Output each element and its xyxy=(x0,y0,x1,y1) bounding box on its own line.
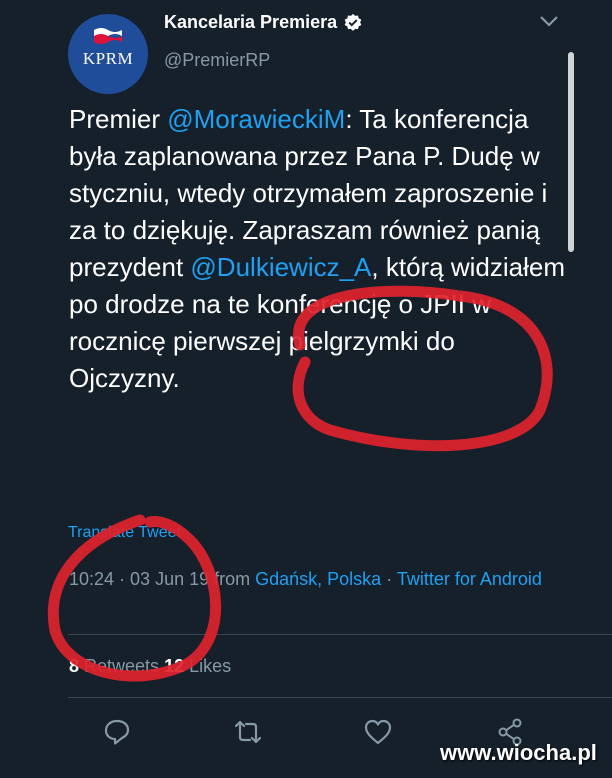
reply-icon[interactable] xyxy=(101,716,133,748)
tweet-text-intro: Premier xyxy=(69,104,168,134)
translate-tweet-link[interactable]: Translate Tweet xyxy=(68,524,181,542)
likes-label: Likes xyxy=(184,656,232,676)
timestamp[interactable]: 10:24 · 03 Jun 19 xyxy=(69,569,209,589)
meta-separator: · xyxy=(381,569,397,589)
annotation-circle xyxy=(47,514,222,682)
divider xyxy=(68,634,612,635)
display-name-row[interactable]: Kancelaria Premiera xyxy=(164,12,363,33)
like-icon[interactable] xyxy=(362,716,394,748)
source-link[interactable]: Twitter for Android xyxy=(397,569,542,589)
meta-from: from xyxy=(209,569,256,589)
mention-link[interactable]: @Dulkiewicz_A xyxy=(190,252,371,282)
verified-icon xyxy=(344,13,362,31)
chevron-down-icon[interactable] xyxy=(538,14,560,28)
likes-stat[interactable]: 12 Likes xyxy=(164,656,231,676)
divider xyxy=(68,697,612,698)
retweet-icon[interactable] xyxy=(232,716,264,748)
location-link[interactable]: Gdańsk, Polska xyxy=(255,569,381,589)
retweets-label: Retweets xyxy=(79,656,165,676)
tweet-header: Kancelaria Premiera @PremierRP xyxy=(164,12,363,71)
retweets-stat[interactable]: 8 Retweets xyxy=(69,656,164,676)
account-handle[interactable]: @PremierRP xyxy=(164,50,363,71)
flag-icon xyxy=(94,28,122,44)
watermark: www.wiocha.pl xyxy=(440,740,597,765)
likes-count: 12 xyxy=(164,656,185,676)
tweet-meta: 10:24 · 03 Jun 19 from Gdańsk, Polska · … xyxy=(69,564,569,594)
avatar-text: KPRM xyxy=(82,49,134,68)
mention-link[interactable]: @MorawieckiM xyxy=(167,104,345,134)
retweets-count: 8 xyxy=(69,656,80,676)
tweet-text: Premier @MorawieckiM: Ta konferencja był… xyxy=(69,101,569,397)
avatar[interactable]: KPRM xyxy=(68,14,148,94)
display-name[interactable]: Kancelaria Premiera xyxy=(164,12,337,33)
tweet-stats: 8 Retweets 12 Likes xyxy=(69,656,231,677)
